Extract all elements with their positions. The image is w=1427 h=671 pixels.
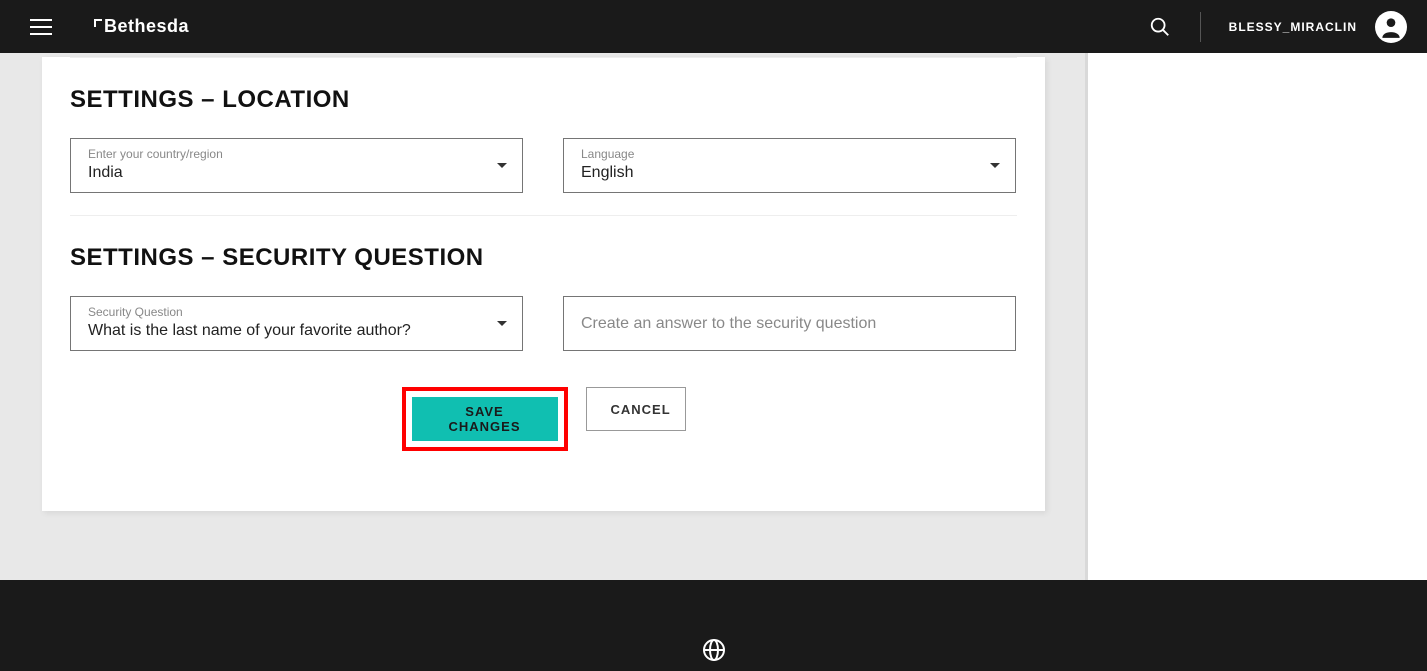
language-value: English	[581, 164, 633, 182]
chevron-down-icon	[989, 157, 1001, 175]
chevron-down-icon	[496, 157, 508, 175]
divider	[70, 57, 1017, 58]
security-question-label: Security Question	[88, 305, 183, 319]
right-sidebar	[1085, 53, 1427, 580]
divider	[70, 215, 1017, 216]
main-content: SETTINGS – LOCATION Enter your country/r…	[0, 53, 1085, 580]
highlight-annotation: SAVE CHANGES	[402, 387, 568, 451]
app-header: Bethesda BLESSY_MIRACLIN	[0, 0, 1427, 53]
section-title-location: SETTINGS – LOCATION	[70, 86, 1017, 114]
section-title-security: SETTINGS – SECURITY QUESTION	[70, 244, 1017, 272]
header-divider	[1200, 12, 1201, 42]
brand-logo[interactable]: Bethesda	[94, 16, 189, 37]
action-buttons: SAVE CHANGES CANCEL	[70, 387, 1017, 451]
settings-card: SETTINGS – LOCATION Enter your country/r…	[42, 57, 1045, 511]
language-label: Language	[581, 147, 634, 161]
chevron-down-icon	[496, 315, 508, 333]
search-icon[interactable]	[1148, 15, 1172, 39]
save-button[interactable]: SAVE CHANGES	[412, 397, 558, 441]
username-label[interactable]: BLESSY_MIRACLIN	[1229, 20, 1357, 34]
security-answer-field[interactable]	[563, 296, 1016, 351]
menu-icon[interactable]	[30, 15, 54, 39]
security-question-value: What is the last name of your favorite a…	[88, 322, 411, 340]
cancel-button[interactable]: CANCEL	[586, 387, 686, 431]
language-select[interactable]: Language English	[563, 138, 1016, 193]
country-label: Enter your country/region	[88, 147, 223, 161]
security-answer-input[interactable]	[564, 297, 1015, 350]
country-value: India	[88, 164, 123, 182]
avatar-icon[interactable]	[1375, 11, 1407, 43]
globe-icon[interactable]	[702, 638, 726, 667]
page-footer	[0, 580, 1427, 671]
country-select[interactable]: Enter your country/region India	[70, 138, 523, 193]
security-question-select[interactable]: Security Question What is the last name …	[70, 296, 523, 351]
